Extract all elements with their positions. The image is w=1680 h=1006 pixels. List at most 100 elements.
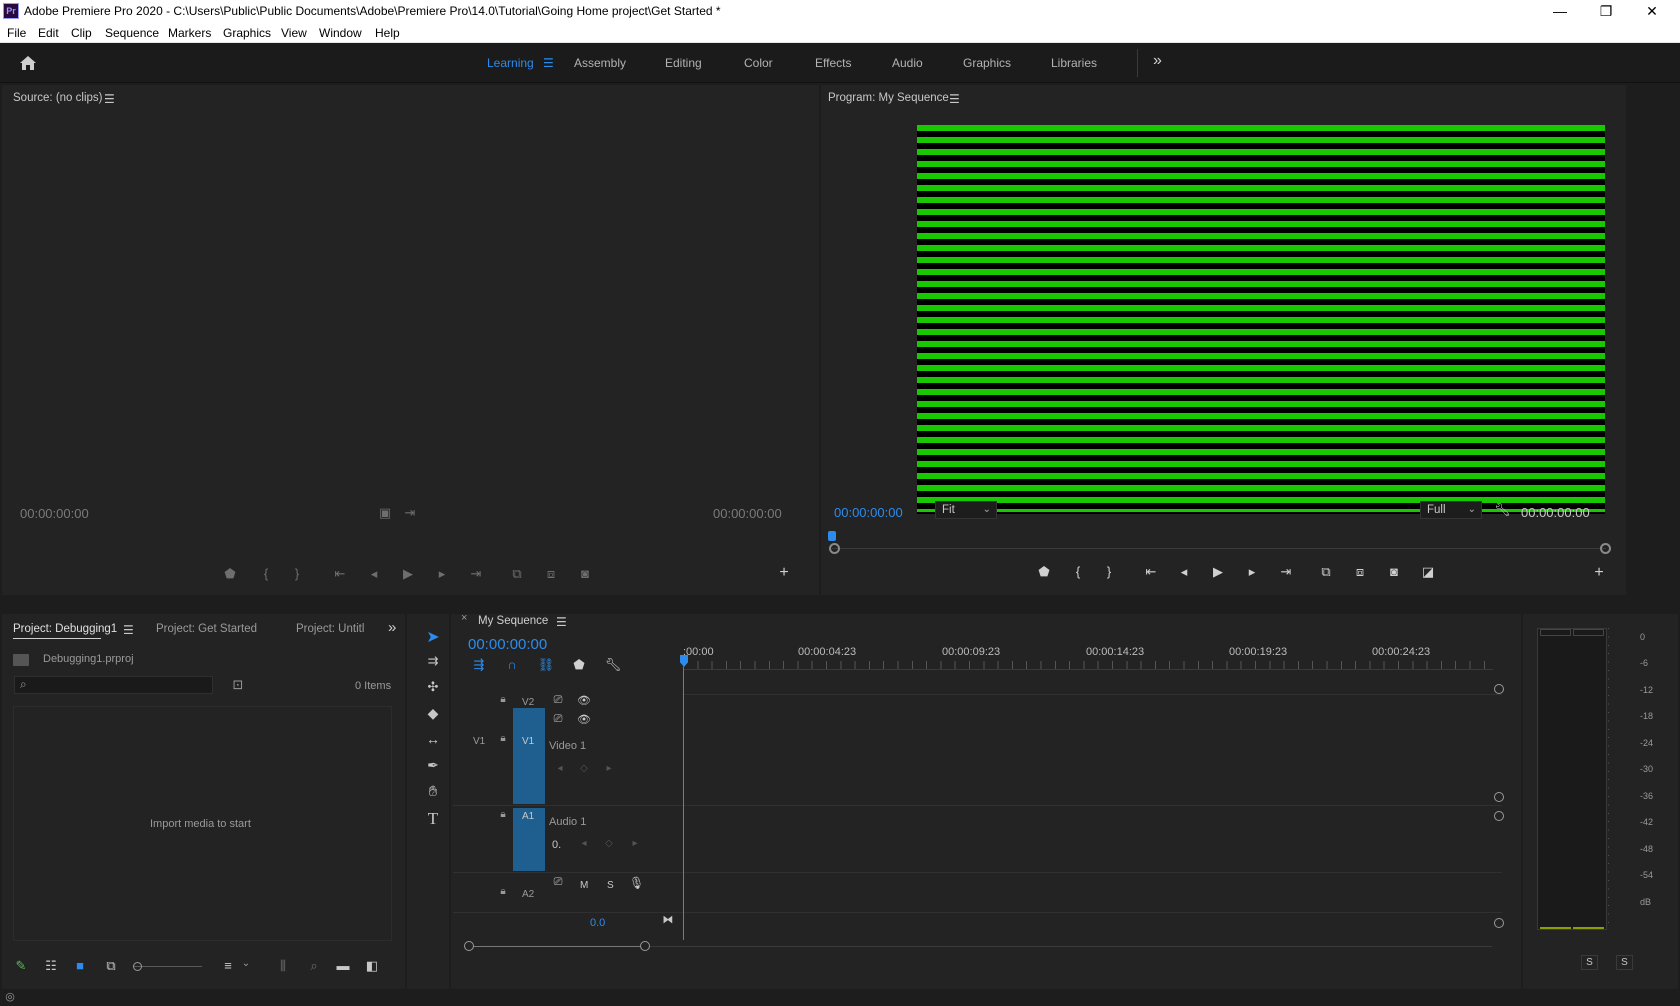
razor-tool-icon[interactable]: ◆ bbox=[421, 705, 445, 727]
status-indicator-icon[interactable]: ◎ bbox=[3, 990, 17, 1003]
menu-help[interactable]: Help bbox=[375, 26, 400, 40]
program-go-to-in-icon[interactable]: ⇤ bbox=[1142, 564, 1160, 580]
ruler-ticks[interactable] bbox=[683, 661, 1493, 669]
a1-add-keyframe-icon[interactable]: ◇ bbox=[603, 838, 615, 849]
a1-next-keyframe-icon[interactable]: ▸ bbox=[629, 838, 641, 849]
source-add-button-icon[interactable]: + bbox=[776, 564, 792, 582]
program-scrubber-track[interactable] bbox=[832, 548, 1606, 549]
timeline-zoom-handle-right[interactable] bbox=[640, 941, 650, 951]
project-panel-menu-icon[interactable]: ☰ bbox=[123, 623, 134, 637]
v1-add-keyframe-icon[interactable]: ◇ bbox=[578, 763, 590, 774]
source-insert-icon[interactable]: ⇥ bbox=[403, 505, 417, 521]
source-overwrite-button-icon[interactable]: ⧈ bbox=[541, 566, 561, 582]
v1-eye-icon[interactable]: 👁︎ bbox=[577, 713, 591, 726]
a1-volume-level[interactable]: 0. bbox=[552, 839, 561, 851]
program-marker-icon[interactable]: ⬟ bbox=[1036, 564, 1052, 580]
add-marker-icon[interactable]: ⬟ bbox=[571, 657, 587, 673]
workspace-effects[interactable]: Effects bbox=[815, 56, 851, 70]
program-play-icon[interactable]: ▶ bbox=[1210, 564, 1226, 580]
timeline-timecode[interactable]: 00:00:00:00 bbox=[468, 636, 547, 653]
menu-sequence[interactable]: Sequence bbox=[105, 26, 159, 40]
audio-scroll-handle-bottom[interactable] bbox=[1494, 918, 1504, 928]
type-tool-icon[interactable]: T bbox=[421, 809, 445, 831]
new-bin-icon[interactable]: ▬ bbox=[335, 958, 351, 973]
a2-voiceover-mic-icon[interactable]: 🎙︎ bbox=[629, 876, 644, 890]
selection-tool-icon[interactable]: ➤ bbox=[421, 627, 445, 649]
sort-chevron-down-icon[interactable]: ⌄ bbox=[240, 958, 252, 969]
timeline-panel-menu-icon[interactable]: ☰ bbox=[556, 615, 567, 629]
project-find-icon[interactable]: ⊡ bbox=[229, 677, 247, 693]
a2-track-label[interactable]: A2 bbox=[522, 889, 534, 900]
workspace-color[interactable]: Color bbox=[744, 56, 773, 70]
program-zoom-dropdown[interactable]: Fit ⌄ bbox=[935, 501, 997, 519]
source-timecode-left[interactable]: 00:00:00:00 bbox=[20, 506, 89, 521]
hand-tool-icon[interactable]: ✋︎ bbox=[421, 783, 445, 805]
program-mark-out-icon[interactable]: } bbox=[1102, 564, 1116, 579]
workspace-graphics[interactable]: Graphics bbox=[963, 56, 1011, 70]
pen-tool-icon[interactable]: ✒ bbox=[421, 757, 445, 779]
menu-file[interactable]: File bbox=[7, 26, 26, 40]
slip-tool-icon[interactable]: ↔ bbox=[421, 731, 445, 753]
linked-selection-icon[interactable]: ⛓ bbox=[537, 657, 555, 673]
minimize-button[interactable]: — bbox=[1537, 0, 1583, 23]
meter-solo-right-button[interactable]: S bbox=[1616, 955, 1633, 970]
icon-view-icon[interactable]: ■ bbox=[72, 958, 88, 973]
timeline-sequence-tab[interactable]: My Sequence bbox=[478, 615, 548, 627]
sort-icon[interactable]: ≡ bbox=[219, 958, 237, 973]
audio-scroll-handle-top[interactable] bbox=[1494, 811, 1504, 821]
a2-solo-button[interactable]: S bbox=[607, 880, 614, 891]
menu-clip[interactable]: Clip bbox=[71, 26, 92, 40]
source-go-to-out-icon[interactable]: ⇥ bbox=[467, 566, 485, 582]
source-go-to-in-icon[interactable]: ⇤ bbox=[331, 566, 349, 582]
v1-lock-icon[interactable]: 🔒︎ bbox=[497, 733, 509, 744]
workspace-menu-icon[interactable]: ☰ bbox=[543, 56, 554, 70]
program-panel-menu-icon[interactable]: ☰ bbox=[949, 92, 960, 106]
freeform-view-icon[interactable]: ⧉ bbox=[102, 958, 120, 974]
source-settings-icon[interactable]: ▣ bbox=[378, 505, 392, 521]
v2-eye-icon[interactable]: 👁︎ bbox=[577, 694, 591, 707]
new-item-icon[interactable]: ◧ bbox=[364, 958, 380, 974]
a2-sync-lock-icon[interactable]: ⎚ bbox=[551, 876, 565, 889]
workspace-overflow-icon[interactable]: » bbox=[1153, 52, 1162, 70]
program-monitor-title[interactable]: Program: My Sequence bbox=[828, 92, 949, 104]
ripple-edit-tool-icon[interactable]: ✣ bbox=[421, 679, 445, 701]
timeline-zoom-scrollbar-thumb[interactable] bbox=[468, 946, 644, 947]
list-view-icon[interactable]: ☷ bbox=[42, 958, 60, 974]
v1-prev-keyframe-icon[interactable]: ◂ bbox=[554, 763, 566, 774]
program-step-forward-icon[interactable]: ▸ bbox=[1244, 564, 1260, 580]
program-go-to-out-icon[interactable]: ⇥ bbox=[1277, 564, 1295, 580]
v1-track-label[interactable]: V1 bbox=[522, 736, 534, 747]
project-pencil-icon[interactable]: ✎ bbox=[13, 958, 29, 974]
source-mark-out-icon[interactable]: } bbox=[290, 566, 304, 581]
a2-lock-icon[interactable]: 🔒︎ bbox=[497, 886, 509, 897]
project-tab-get-started[interactable]: Project: Get Started bbox=[156, 623, 257, 635]
automate-to-sequence-icon[interactable]: ⫼ bbox=[275, 958, 291, 974]
v1-source-patch-label[interactable]: V1 bbox=[473, 736, 485, 747]
v2-lock-icon[interactable]: 🔒︎ bbox=[497, 694, 509, 705]
source-step-back-icon[interactable]: ◂ bbox=[366, 566, 382, 582]
project-zoom-slider[interactable] bbox=[134, 966, 202, 967]
v1-sync-lock-icon[interactable]: ⎚ bbox=[551, 713, 565, 726]
program-step-back-icon[interactable]: ◂ bbox=[1176, 564, 1192, 580]
timeline-zoom-handle-left[interactable] bbox=[464, 941, 474, 951]
a1-track-label[interactable]: A1 bbox=[522, 811, 534, 822]
v1-next-keyframe-icon[interactable]: ▸ bbox=[603, 763, 615, 774]
menu-graphics[interactable]: Graphics bbox=[223, 26, 271, 40]
workspace-learning[interactable]: Learning bbox=[487, 56, 534, 70]
master-volume-value[interactable]: 0.0 bbox=[590, 917, 605, 929]
nest-sequence-icon[interactable]: ⇶ bbox=[470, 657, 488, 673]
workspace-libraries[interactable]: Libraries bbox=[1051, 56, 1097, 70]
program-zoom-handle-right[interactable] bbox=[1600, 543, 1611, 554]
program-compare-view-icon[interactable]: ◪ bbox=[1418, 564, 1438, 580]
program-add-button-icon[interactable]: + bbox=[1591, 564, 1607, 582]
project-tabs-overflow-icon[interactable]: » bbox=[388, 619, 396, 636]
program-extract-icon[interactable]: ⧈ bbox=[1350, 564, 1370, 580]
project-tab-untitled[interactable]: Project: Untitl bbox=[296, 623, 364, 635]
a1-lock-icon[interactable]: 🔒︎ bbox=[497, 809, 509, 820]
menu-view[interactable]: View bbox=[281, 26, 307, 40]
video-scroll-handle-bottom[interactable] bbox=[1494, 792, 1504, 802]
timeline-settings-wrench-icon[interactable]: 🔧︎ bbox=[604, 657, 622, 673]
program-settings-wrench-icon[interactable]: 🔧︎ bbox=[1494, 502, 1511, 518]
source-export-frame-icon[interactable]: ◙ bbox=[576, 566, 594, 581]
source-monitor-title[interactable]: Source: (no clips) bbox=[13, 92, 102, 104]
